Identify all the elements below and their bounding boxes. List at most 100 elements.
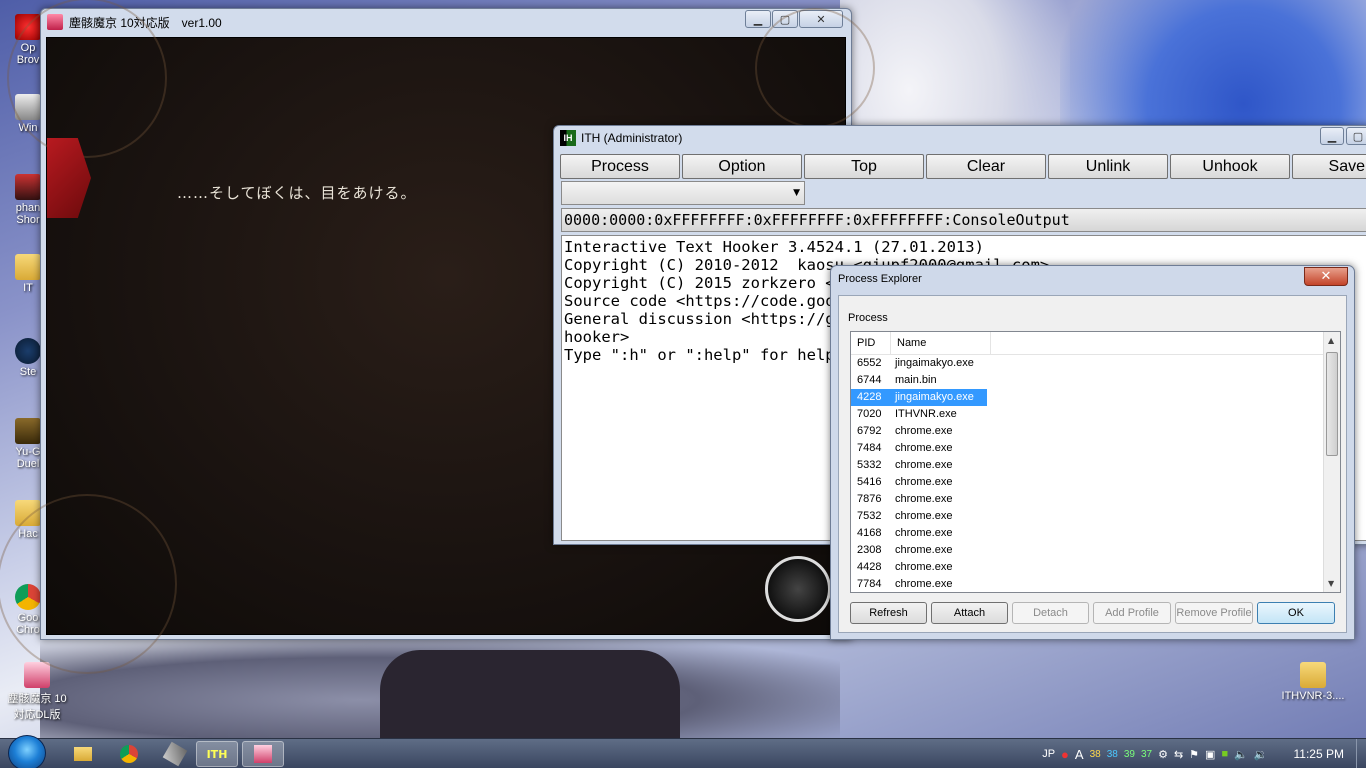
process-name: chrome.exe	[895, 527, 953, 539]
process-explorer-titlebar[interactable]: Process Explorer	[831, 266, 1354, 292]
ith-minimize-button[interactable]: ▁	[1320, 127, 1344, 145]
ime-mode[interactable]: A	[1075, 747, 1084, 762]
taskbar-ith[interactable]: ITH	[196, 741, 238, 767]
process-rows: 6552 jingaimakyo.exe 6744 main.bin 4228 jinga…	[851, 355, 1340, 592]
scrollbar-thumb[interactable]	[1326, 352, 1338, 456]
table-row[interactable]: 7020 ITHVNR.exe	[851, 406, 1340, 423]
ith-unhook-button[interactable]: Unhook	[1170, 154, 1290, 179]
process-pid: 7532	[857, 510, 882, 522]
ith-process-button[interactable]: Process	[560, 154, 680, 179]
ornament	[755, 8, 875, 128]
system-tray: JP ● A 38 38 39 37 ⚙ ⇆ ⚑ ▣ ■ 🔈 🔉 11:25 P…	[1042, 739, 1366, 768]
process-explorer-dialog[interactable]: Process Explorer ✕ Process PID Name 6552…	[830, 265, 1355, 640]
process-pid: 6552	[857, 357, 882, 369]
nvidia-icon[interactable]: ■	[1221, 748, 1228, 760]
table-row[interactable]: 5332 chrome.exe	[851, 457, 1340, 474]
taskbar-game[interactable]	[242, 741, 284, 767]
volume-icon[interactable]: 🔈	[1234, 748, 1248, 761]
speaker-muted-icon[interactable]: 🔉	[1254, 748, 1268, 761]
ith-top-button[interactable]: Top	[804, 154, 924, 179]
process-explorer-close-button[interactable]: ✕	[1304, 267, 1348, 286]
table-row[interactable]: 4228 jingaimakyo.exe	[851, 389, 1340, 406]
remove-profile-button[interactable]: Remove Profile	[1175, 602, 1253, 624]
temp-core-2[interactable]: 38	[1107, 749, 1118, 760]
process-name: jingaimakyo.exe	[895, 357, 974, 369]
ime-pin-icon[interactable]: ●	[1061, 747, 1069, 762]
desktop-icon-ithvnr-folder[interactable]: ITHVNR-3....	[1276, 662, 1350, 702]
clock-ornament-icon	[765, 556, 831, 622]
process-list[interactable]: PID Name 6552 jingaimakyo.exe 6744 main.bin…	[850, 331, 1341, 593]
table-row[interactable]: 2308 chrome.exe	[851, 542, 1340, 559]
table-row[interactable]: 4168 chrome.exe	[851, 525, 1340, 542]
process-pid: 7484	[857, 442, 882, 454]
table-row[interactable]: 6552 jingaimakyo.exe	[851, 355, 1340, 372]
process-explorer-body: Process PID Name 6552 jingaimakyo.exe 6744…	[838, 295, 1347, 633]
ith-process-combobox[interactable]: ▼	[561, 181, 805, 205]
show-desktop-button[interactable]	[1356, 739, 1366, 768]
process-list-header: PID Name	[851, 332, 1340, 355]
language-indicator[interactable]: JP	[1042, 748, 1055, 760]
process-pid: 4228	[851, 389, 891, 406]
ith-clear-button[interactable]: Clear	[926, 154, 1046, 179]
refresh-button[interactable]: Refresh	[850, 602, 927, 624]
ith-option-button[interactable]: Option	[682, 154, 802, 179]
tray-arrow-icon[interactable]: ⇆	[1174, 748, 1183, 761]
network-icon[interactable]: ▣	[1205, 748, 1215, 761]
taskbar: ITH JP ● A 38 38 39 37 ⚙ ⇆ ⚑ ▣ ■ 🔈 🔉 11:…	[0, 735, 1366, 768]
process-pid: 6792	[857, 425, 882, 437]
scroll-up-icon[interactable]: ▲	[1328, 336, 1334, 345]
shortcut-icon	[15, 174, 41, 200]
ok-button[interactable]: OK	[1257, 602, 1335, 624]
table-row[interactable]: 7876 chrome.exe	[851, 491, 1340, 508]
ith-maximize-button[interactable]: ▢	[1346, 127, 1366, 145]
table-row[interactable]: 6744 main.bin	[851, 372, 1340, 389]
column-header-pid[interactable]: PID	[851, 332, 891, 354]
taskbar-chrome[interactable]	[108, 741, 150, 767]
steam-icon	[15, 338, 41, 364]
attach-button[interactable]: Attach	[931, 602, 1008, 624]
tool-icon	[162, 741, 188, 767]
folder-icon	[15, 254, 41, 280]
temp-core-4[interactable]: 37	[1141, 749, 1152, 760]
ith-save-button[interactable]: Save	[1292, 154, 1366, 179]
table-row[interactable]: 4428 chrome.exe	[851, 559, 1340, 576]
process-pid: 7784	[857, 578, 882, 590]
dropdown-arrow-icon: ▼	[793, 188, 800, 198]
taskbar-explorer[interactable]	[62, 741, 104, 767]
ith-unlink-button[interactable]: Unlink	[1048, 154, 1168, 179]
detach-button[interactable]: Detach	[1012, 602, 1089, 624]
wallpaper-figure-dark	[380, 650, 680, 740]
process-name: main.bin	[895, 374, 937, 386]
table-row[interactable]: 5416 chrome.exe	[851, 474, 1340, 491]
start-button[interactable]	[8, 735, 46, 768]
table-row[interactable]: 7784 chrome.exe	[851, 576, 1340, 592]
process-name: chrome.exe	[895, 510, 953, 522]
temp-core-1[interactable]: 38	[1090, 749, 1101, 760]
desktop-icon-jingaimakyo[interactable]: 塵骸魔京 10 対応DL版	[4, 662, 70, 722]
process-name: chrome.exe	[895, 544, 953, 556]
ith-thread-selector[interactable]: 0000:0000:0xFFFFFFFF:0xFFFFFFFF:0xFFFFFF…	[561, 208, 1366, 232]
process-pid: 5416	[857, 476, 882, 488]
folder-icon	[74, 747, 92, 761]
table-row[interactable]: 6792 chrome.exe	[851, 423, 1340, 440]
process-list-scrollbar[interactable]: ▲ ▼	[1323, 332, 1340, 592]
game-minimize-button[interactable]: ▁	[745, 10, 771, 28]
process-name: chrome.exe	[895, 561, 953, 573]
flag-icon[interactable]: ⚑	[1189, 748, 1199, 761]
ith-titlebar[interactable]: IH ITH (Administrator)	[554, 126, 1366, 150]
temp-core-3[interactable]: 39	[1124, 749, 1135, 760]
game-titlebar[interactable]: 塵骸魔京 10対応版 ver1.00	[41, 9, 851, 35]
table-row[interactable]: 7484 chrome.exe	[851, 440, 1340, 457]
add-profile-button[interactable]: Add Profile	[1093, 602, 1171, 624]
process-name: ITHVNR.exe	[895, 408, 957, 420]
column-header-name[interactable]: Name	[891, 332, 991, 354]
tray-app-icon[interactable]: ⚙	[1158, 748, 1168, 761]
process-explorer-title: Process Explorer	[838, 273, 922, 285]
process-pid: 5332	[857, 459, 882, 471]
taskbar-tool[interactable]	[154, 741, 196, 767]
scroll-down-icon[interactable]: ▼	[1328, 579, 1334, 588]
process-name: chrome.exe	[895, 476, 953, 488]
table-row[interactable]: 7532 chrome.exe	[851, 508, 1340, 525]
game-shortcut-icon	[24, 662, 50, 688]
clock[interactable]: 11:25 PM	[1294, 747, 1344, 761]
